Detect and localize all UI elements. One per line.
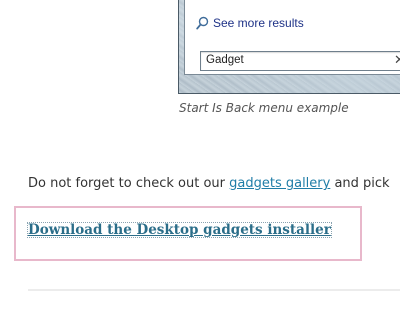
start-search-input[interactable]: Gadget ✕	[200, 51, 400, 71]
search-input-value: Gadget	[206, 54, 244, 66]
gallery-paragraph: Do not forget to check out our gadgets g…	[28, 176, 390, 191]
see-more-results-link[interactable]: See more results	[196, 16, 304, 30]
start-menu-screenshot: See more results Gadget ✕	[178, 0, 400, 94]
download-installer-link[interactable]: Download the Desktop gadgets installer	[27, 222, 332, 238]
image-caption: Start Is Back menu example	[179, 101, 349, 115]
see-more-results-label: See more results	[213, 16, 304, 30]
paragraph-text-before: Do not forget to check out our	[28, 176, 230, 191]
clear-search-icon[interactable]: ✕	[394, 53, 400, 68]
magnifier-icon	[196, 16, 209, 30]
gadgets-gallery-link[interactable]: gadgets gallery	[229, 176, 330, 191]
section-divider	[28, 289, 400, 291]
paragraph-text-after: and pick	[330, 176, 390, 191]
